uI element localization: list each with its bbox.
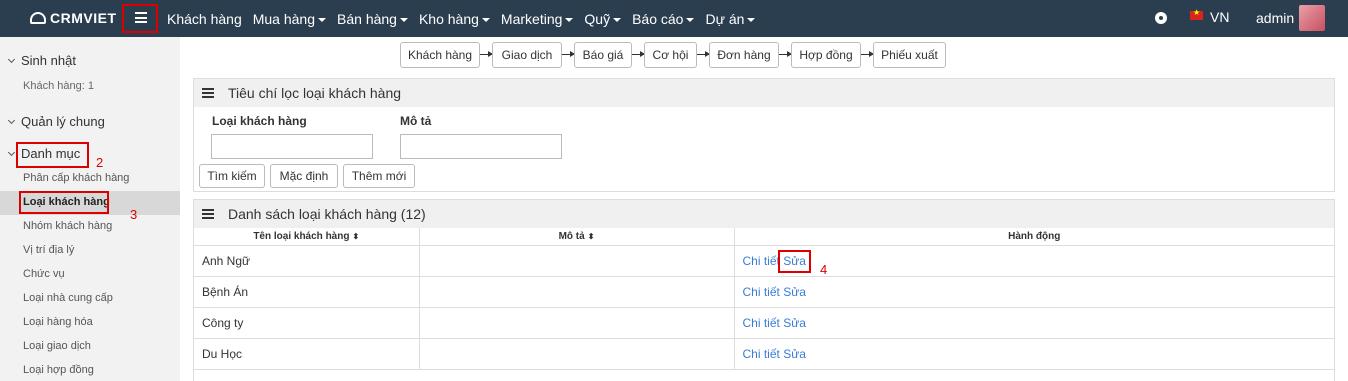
customer-type-table: Tên loại khách hàng ⬍ Mô tả ⬍ Hành động An… [194, 228, 1335, 370]
arrow-right-icon [861, 51, 874, 57]
description-input[interactable] [400, 134, 562, 159]
menu-kho-hang[interactable]: Kho hàng [419, 11, 490, 27]
sidebar-item-goods-type[interactable]: Loại hàng hóa [23, 316, 93, 328]
cell-name: Du Học [194, 338, 420, 370]
description-label: Mô tả [400, 114, 432, 128]
column-header-description[interactable]: Mô tả ⬍ [419, 228, 735, 246]
customer-type-input[interactable] [211, 134, 373, 159]
caret-down-icon [481, 17, 490, 22]
menu-khach-hang[interactable]: Khách hàng [167, 11, 242, 27]
chevron-down-icon [7, 55, 16, 64]
sidebar-item-transaction-type[interactable]: Loại giao dịch [23, 340, 91, 352]
logo-icon [30, 12, 46, 24]
flow-step-contract[interactable]: Hợp đồng [791, 42, 861, 68]
detail-link[interactable]: Chi tiết [743, 347, 780, 361]
menu-bars-icon [202, 207, 214, 221]
flow-step-opportunity[interactable]: Cơ hội [644, 42, 697, 68]
sidebar-item-location[interactable]: Vị trí địa lý [23, 244, 74, 256]
list-panel: Danh sách loại khách hàng (12) Tên loại … [193, 199, 1335, 381]
annotation-box-3 [19, 191, 109, 214]
column-header-name[interactable]: Tên loại khách hàng ⬍ [194, 228, 420, 246]
menu-bars-icon [202, 86, 214, 100]
language-selector[interactable]: VN [1210, 9, 1229, 25]
sidebar-item-customer-group[interactable]: Nhóm khách hàng [23, 220, 112, 232]
cell-name: Bệnh Án [194, 276, 420, 308]
cell-name: Công ty [194, 307, 420, 339]
table-row: Bệnh Án Chi tiết Sửa [194, 276, 1335, 308]
edit-link[interactable]: Sửa [783, 285, 806, 299]
annotation-box-2 [16, 142, 89, 168]
cell-description [419, 276, 735, 308]
chevron-down-icon [7, 116, 16, 125]
main-menu: Khách hàng Mua hàng Bán hàng Kho hàng Ma… [167, 0, 766, 37]
menu-du-an[interactable]: Dự án [705, 11, 756, 27]
flow-step-quote[interactable]: Báo giá [574, 42, 632, 68]
annotation-box-4 [778, 250, 811, 273]
edit-link[interactable]: Sửa [783, 316, 806, 330]
detail-link[interactable]: Chi tiết [743, 316, 780, 330]
default-button[interactable]: Mặc định [270, 164, 338, 188]
arrow-right-icon [480, 51, 493, 57]
menu-marketing[interactable]: Marketing [501, 11, 574, 27]
cell-description [419, 307, 735, 339]
arrow-right-icon [697, 51, 710, 57]
arrow-right-icon [562, 51, 575, 57]
table-row: Công ty Chi tiết Sửa [194, 307, 1335, 339]
sidebar-item-customer-hierarchy[interactable]: Phân cấp khách hàng [23, 172, 129, 184]
detail-link[interactable]: Chi tiết [743, 254, 780, 268]
arrow-right-icon [779, 51, 792, 57]
filter-panel-header: Tiêu chí lọc loại khách hàng [194, 79, 1334, 107]
annotation-box-1 [122, 4, 158, 33]
cell-actions: Chi tiết Sửa [734, 276, 1335, 308]
sidebar-section-general[interactable]: Quản lý chung [7, 114, 105, 129]
detail-link[interactable]: Chi tiết [743, 285, 780, 299]
annotation-number-3: 3 [130, 207, 138, 222]
cell-name: Anh Ngữ [194, 245, 420, 277]
list-panel-header: Danh sách loại khách hàng (12) [194, 200, 1334, 228]
flow-step-customer[interactable]: Khách hàng [400, 42, 480, 68]
filter-panel: Tiêu chí lọc loại khách hàng Loại khách … [193, 78, 1335, 192]
flow-step-order[interactable]: Đơn hàng [709, 42, 779, 68]
sidebar-section-birthday[interactable]: Sinh nhật [7, 53, 76, 68]
arrow-right-icon [632, 51, 645, 57]
cell-description [419, 338, 735, 370]
cell-description [419, 245, 735, 277]
vietnam-flag-icon[interactable] [1190, 8, 1203, 20]
column-header-actions: Hành động [734, 228, 1335, 246]
user-name[interactable]: admin [1256, 10, 1294, 26]
sort-icon: ⬍ [587, 231, 595, 241]
cell-actions: Chi tiết Sửa [734, 307, 1335, 339]
annotation-number-2: 2 [96, 155, 104, 170]
brand-logo[interactable]: CRMVIET [30, 10, 117, 26]
caret-down-icon [565, 17, 574, 22]
caret-down-icon [613, 17, 622, 22]
avatar[interactable] [1299, 5, 1325, 31]
gear-icon[interactable] [1155, 12, 1167, 24]
table-row: Du Học Chi tiết Sửa [194, 338, 1335, 370]
flow-step-export[interactable]: Phiếu xuất [873, 42, 946, 68]
top-navbar: CRMVIET Khách hàng Mua hàng Bán hàng Kho… [0, 0, 1348, 37]
edit-link[interactable]: Sửa [783, 347, 806, 361]
menu-mua-hang[interactable]: Mua hàng [253, 11, 327, 27]
sidebar-item-position[interactable]: Chức vụ [23, 268, 65, 280]
menu-quy[interactable]: Quỹ [584, 11, 622, 27]
caret-down-icon [399, 17, 408, 22]
sidebar-item-contract-type[interactable]: Loại hợp đồng [23, 364, 94, 376]
flow-step-transaction[interactable]: Giao dịch [492, 42, 562, 68]
birthday-count: Khách hàng: 1 [23, 80, 94, 92]
customer-type-label: Loại khách hàng [212, 114, 307, 128]
cell-actions: Chi tiết Sửa [734, 338, 1335, 370]
add-new-button[interactable]: Thêm mới [343, 164, 415, 188]
sort-icon: ⬍ [352, 231, 360, 241]
menu-bao-cao[interactable]: Báo cáo [632, 11, 695, 27]
sidebar-item-supplier-type[interactable]: Loại nhà cung cấp [23, 292, 113, 304]
caret-down-icon [686, 17, 695, 22]
annotation-number-4: 4 [820, 262, 828, 277]
search-button[interactable]: Tìm kiếm [199, 164, 265, 188]
caret-down-icon [318, 17, 327, 22]
caret-down-icon [747, 17, 756, 22]
menu-ban-hang[interactable]: Bán hàng [337, 11, 408, 27]
table-row: Anh Ngữ Chi tiết Sửa [194, 245, 1335, 277]
chevron-down-icon [7, 148, 16, 157]
